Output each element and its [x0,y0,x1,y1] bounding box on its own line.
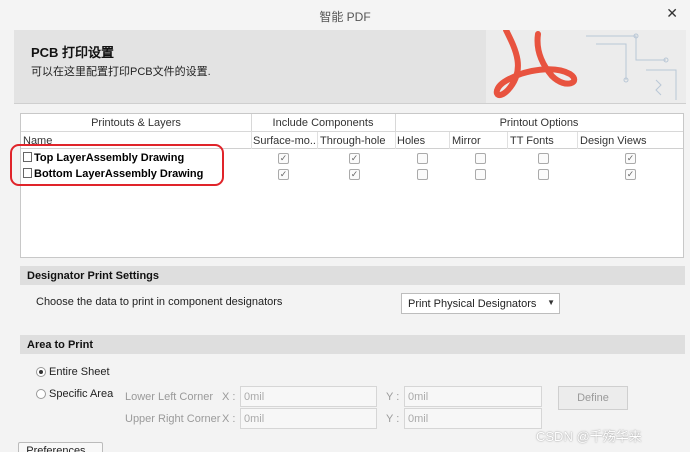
red-highlight-annotation [10,144,224,186]
specific-area-label: Specific Area [49,388,114,400]
divider [317,132,318,149]
divider [251,132,252,149]
mirror-checkbox[interactable] [475,153,486,164]
designator-section-title: Designator Print Settings [27,270,160,282]
through-hole-checkbox[interactable]: ✓ [349,153,360,164]
define-button[interactable]: Define [558,386,628,410]
column-mirror[interactable]: Mirror [452,135,481,147]
divider [507,132,508,149]
lower-left-x-value: 0mil [244,391,265,403]
lower-left-y-label: Y : [386,391,400,403]
designator-description: Choose the data to print in component de… [36,296,283,308]
designator-section-header: Designator Print Settings [20,266,685,285]
upper-right-y-value: 0mil [408,413,429,425]
tt-fonts-checkbox[interactable] [538,153,549,164]
tt-fonts-checkbox[interactable] [538,169,549,180]
header-subtitle: 可以在这里配置打印PCB文件的设置. [31,66,211,78]
upper-right-y-input[interactable]: 0mil [404,408,542,429]
group-header-printouts: Printouts & Layers [91,117,181,129]
watermark-text: CSDN @千殇华来 [536,429,642,444]
design-views-checkbox[interactable]: ✓ [625,169,636,180]
upper-right-corner-label: Upper Right Corner [125,413,221,425]
entire-sheet-radio[interactable] [36,367,46,377]
column-tt-fonts[interactable]: TT Fonts [510,135,554,147]
lower-left-x-input[interactable]: 0mil [240,386,377,407]
area-section-title: Area to Print [27,339,94,351]
column-surface-mount[interactable]: Surface-mo... [253,135,319,147]
holes-checkbox[interactable] [417,169,428,180]
entire-sheet-label: Entire Sheet [49,366,110,378]
through-hole-checkbox[interactable]: ✓ [349,169,360,180]
surface-mount-checkbox[interactable]: ✓ [278,153,289,164]
surface-mount-checkbox[interactable]: ✓ [278,169,289,180]
divider [395,132,396,149]
lower-left-corner-label: Lower Left Corner [125,391,214,403]
column-holes[interactable]: Holes [397,135,425,147]
column-through-hole[interactable]: Through-hole [320,135,385,147]
group-header-components: Include Components [272,117,374,129]
group-header-options: Printout Options [499,117,579,129]
group-header-row: Printouts & Layers Include Components Pr… [21,114,683,132]
dropdown-arrow-icon: ▼ [547,298,555,307]
specific-area-radio[interactable] [36,389,46,399]
close-icon[interactable]: ✕ [666,5,678,22]
lower-left-y-input[interactable]: 0mil [404,386,542,407]
design-views-checkbox[interactable]: ✓ [625,153,636,164]
designator-selected-value: Print Physical Designators [408,298,537,310]
area-section-header: Area to Print [20,335,685,354]
designator-select[interactable]: Print Physical Designators ▼ [401,293,560,314]
column-design-views[interactable]: Design Views [580,135,646,147]
upper-right-x-value: 0mil [244,413,265,425]
acrobat-logo-icon [486,30,686,103]
lower-left-y-value: 0mil [408,391,429,403]
lower-left-x-label: X : [222,391,236,403]
window-title: 智能 PDF [319,10,371,24]
mirror-checkbox[interactable] [475,169,486,180]
header-title: PCB 打印设置 [31,45,115,60]
divider [449,132,450,149]
title-bar: 智能 PDF ✕ [0,0,690,30]
upper-right-x-input[interactable]: 0mil [240,408,377,429]
divider [577,132,578,149]
preferences-button[interactable]: Preferences... [18,442,103,452]
dialog-header: PCB 打印设置 可以在这里配置打印PCB文件的设置. [14,30,686,104]
upper-right-y-label: Y : [386,413,400,425]
upper-right-x-label: X : [222,413,236,425]
holes-checkbox[interactable] [417,153,428,164]
